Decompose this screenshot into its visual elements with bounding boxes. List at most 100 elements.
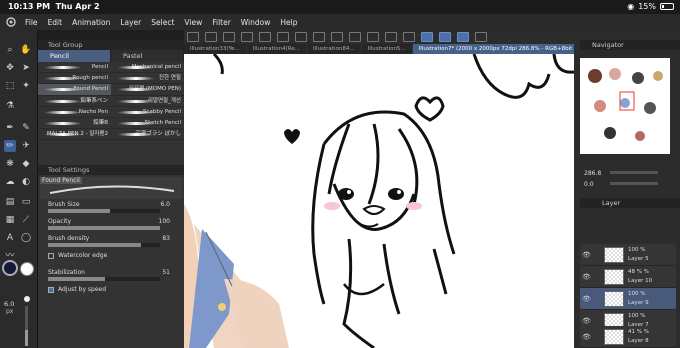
rotation-slider[interactable] — [610, 182, 658, 185]
move-icon[interactable]: ✥ — [4, 62, 16, 74]
ruler-icon[interactable]: ⟋ — [20, 214, 32, 226]
settings-icon[interactable] — [475, 32, 487, 42]
snap-grid-icon[interactable] — [385, 32, 397, 42]
eyedropper-icon[interactable]: ⚗ — [4, 100, 16, 112]
zoom-icon[interactable]: ⌕ — [4, 44, 16, 56]
selection-icon[interactable]: ⬚ — [4, 80, 16, 92]
tab-pencil[interactable]: Pencil — [38, 50, 111, 62]
main-color-swatch[interactable] — [2, 260, 18, 276]
layer-row[interactable]: 👁 41 % % Layer 8 — [580, 326, 676, 348]
object-select-icon[interactable]: ➤ — [20, 62, 32, 74]
stabilize-icon[interactable] — [421, 32, 433, 42]
brush-item[interactable]: Nacho Pen — [38, 107, 111, 118]
brush-density-setting[interactable]: Brush density 83 — [40, 233, 182, 250]
eye-icon[interactable]: 👁 — [582, 333, 591, 341]
stabilization-slider[interactable] — [48, 277, 160, 281]
size-slider-track[interactable] — [25, 306, 28, 346]
menu-filter[interactable]: Filter — [207, 18, 236, 27]
airbrush-icon[interactable]: ✈ — [20, 140, 32, 152]
frame-border-icon[interactable]: ▦ — [4, 214, 16, 226]
doc-tab-active[interactable]: Illustration7* (2000 x 2000px 72dpi 286.… — [412, 44, 580, 54]
save-icon[interactable] — [223, 32, 235, 42]
brush-item[interactable]: Pencil — [38, 62, 111, 74]
brush-item[interactable]: MALZA PEN 2 - 말자펜2 — [38, 129, 111, 141]
navigator-thumbnail[interactable] — [580, 58, 670, 154]
invert-selection-icon[interactable] — [349, 32, 361, 42]
menu-file[interactable]: File — [20, 18, 43, 27]
brush-item[interactable]: Rough pencil — [38, 73, 111, 85]
brush-item[interactable]: 리얼연필_개선 — [111, 96, 184, 107]
opacity-slider[interactable] — [48, 226, 160, 230]
fill-icon[interactable] — [295, 32, 307, 42]
doc-tab[interactable]: Illustration84... — [307, 44, 362, 54]
transform-icon[interactable] — [313, 32, 325, 42]
menu-window[interactable]: Window — [236, 18, 276, 27]
menu-select[interactable]: Select — [146, 18, 179, 27]
brush-size-setting[interactable]: Brush Size 6.0 — [40, 199, 182, 216]
doc-tab[interactable]: Illustration4(Re... — [247, 44, 307, 54]
snap-special-ruler-icon[interactable] — [403, 32, 415, 42]
pen-icon[interactable]: ✒ — [4, 122, 16, 134]
brush-item[interactable]: Sketch Pencil — [111, 118, 184, 130]
quick-access-icon[interactable] — [457, 32, 469, 42]
redo-icon[interactable] — [259, 32, 271, 42]
menu-view[interactable]: View — [179, 18, 207, 27]
menu-edit[interactable]: Edit — [43, 18, 68, 27]
brush-item-selected[interactable]: Found Pencil — [38, 84, 111, 96]
brush-size-widget[interactable]: 6.0 px — [0, 290, 38, 348]
brush-item[interactable]: 진한 연필 — [111, 73, 184, 85]
menu-help[interactable]: Help — [275, 18, 302, 27]
gradient-icon[interactable]: ▤ — [4, 196, 16, 208]
menu-animation[interactable]: Animation — [67, 18, 115, 27]
layer-row[interactable]: 👁 100 % Layer 5 — [580, 244, 676, 266]
brush-item[interactable]: 鉛筆系ペン — [38, 96, 111, 107]
blend-icon[interactable]: ☁ — [4, 176, 16, 188]
decoration-icon[interactable]: ❋ — [4, 158, 16, 170]
hand-icon[interactable]: ✋ — [20, 44, 32, 56]
magic-wand-icon[interactable]: ✦ — [20, 80, 32, 92]
text-icon[interactable]: A — [4, 232, 16, 244]
brush-size-slider[interactable] — [48, 209, 160, 213]
pencil-icon[interactable]: ✏ — [4, 140, 16, 152]
new-file-icon[interactable] — [187, 32, 199, 42]
menu-layer[interactable]: Layer — [115, 18, 146, 27]
brush-item[interactable]: 鉛筆B — [38, 118, 111, 130]
doc-tab[interactable]: Illustration33(Ye... — [184, 44, 247, 54]
tab-pastel[interactable]: Pastel — [111, 50, 184, 62]
app-logo-icon[interactable] — [6, 17, 16, 27]
layer-row[interactable]: 👁 48 % % Layer 10 — [580, 266, 676, 288]
adjust-by-speed-setting[interactable]: Adjust by speed — [40, 284, 182, 301]
drawing-canvas[interactable] — [184, 54, 580, 348]
brush-item[interactable]: 深夜ブラシ ぼかし — [111, 129, 184, 141]
pen-pressure-icon[interactable] — [439, 32, 451, 42]
zoom-slider[interactable] — [610, 171, 658, 174]
opacity-setting[interactable]: Opacity 100 — [40, 216, 182, 233]
balloon-icon[interactable]: ◯ — [20, 232, 32, 244]
brush-density-slider[interactable] — [48, 243, 160, 247]
eye-icon[interactable]: 👁 — [582, 317, 591, 325]
open-file-icon[interactable] — [205, 32, 217, 42]
doc-tab[interactable]: Illustration5... — [362, 44, 413, 54]
adjust-by-speed-checkbox[interactable] — [48, 287, 54, 293]
figure-icon[interactable]: ▭ — [20, 196, 32, 208]
snap-ruler-icon[interactable] — [367, 32, 379, 42]
sub-color-swatch[interactable] — [20, 262, 34, 276]
fill-tool-icon[interactable]: ◐ — [20, 176, 32, 188]
eye-icon[interactable]: 👁 — [582, 251, 591, 259]
watercolor-checkbox[interactable] — [48, 253, 54, 259]
brush-item[interactable]: Mechanical pencil — [111, 62, 184, 74]
brush-item[interactable]: Scabby Pencil — [111, 107, 184, 118]
stabilization-setting[interactable]: Stabilization 51 — [40, 267, 182, 284]
watercolor-edge-setting[interactable]: Watercolor edge — [40, 250, 182, 267]
brush-icon[interactable]: ✎ — [20, 122, 32, 134]
rotation-value[interactable]: 0.0 — [584, 181, 594, 188]
eye-icon[interactable]: 👁 — [582, 295, 591, 303]
eraser-icon[interactable]: ◆ — [20, 158, 32, 170]
brush-item[interactable]: 모모펜 (MOMO PEN) — [111, 84, 184, 96]
undo-icon[interactable] — [241, 32, 253, 42]
clear-icon[interactable] — [277, 32, 289, 42]
layer-row-selected[interactable]: 👁 100 % Layer 9 — [580, 288, 676, 310]
deselect-icon[interactable] — [331, 32, 343, 42]
eye-icon[interactable]: 👁 — [582, 273, 591, 281]
zoom-value[interactable]: 286.8 — [584, 170, 601, 177]
